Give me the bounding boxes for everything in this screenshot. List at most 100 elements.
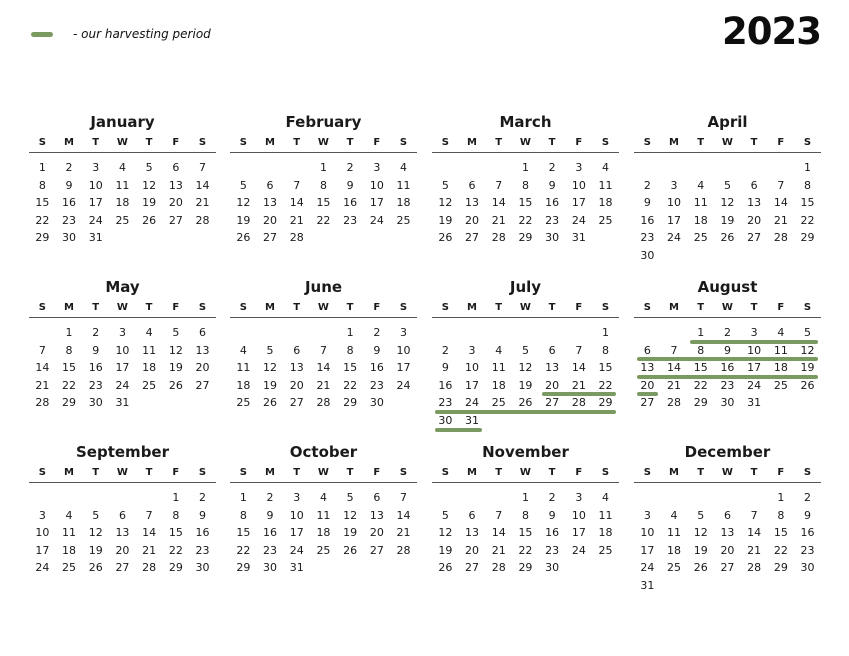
day-cell: 4 [118,161,126,174]
day-cell: 20 [263,213,278,227]
day-cell: 13 [369,508,384,522]
weekday-label: T [697,302,705,313]
weekday-label: F [373,137,381,148]
day-cell: 19 [438,213,453,227]
weekday-label: T [750,302,758,313]
day-cell: 6 [373,491,381,504]
harvest-underline [637,392,658,397]
day-cell: 9 [266,508,274,522]
day-cell: 12 [438,196,453,210]
day-cell: 12 [693,526,708,540]
day-cell: 18 [236,378,251,392]
day-cell: 5 [92,508,100,522]
day-cell: 15 [773,526,788,540]
day-cell: 24 [289,543,304,557]
day-cell: 29 [800,231,815,245]
day-cell: 6 [293,343,301,357]
day-cell: 5 [441,178,449,192]
day-cell: 14 [491,196,506,210]
day-cell: 16 [195,526,210,540]
day-cell: 24 [571,543,586,557]
day-cell: 18 [693,213,708,227]
day-cell: 27 [115,561,130,575]
day-cell: 10 [571,178,586,192]
day-cell: 11 [115,178,130,192]
day-grid: 1 2 3 4 5 6 7 8 9 10 11 12 13 14 15 16 17 18 19 20 21 22 23 24 2… [634,318,821,426]
day-cell: 31 [747,396,762,410]
weekday-label: W [721,302,733,313]
month-september: September S M T W T F S 1 2 3 4 5 6 7 8 9 10 11 12 13 14 15 16 1… [29,440,216,591]
day-cell: 24 [115,378,130,392]
day-cell: 12 [263,361,278,375]
day-cell: 27 [465,561,480,575]
month-may: May S M T W T F S 1 2 3 4 5 6 7 8 9 10 11 12 13 14 15 16 17 18 19 2… [29,275,216,426]
month-name: October [289,443,358,461]
day-cell: 22 [518,543,533,557]
day-cell: 8 [172,508,180,522]
day-cell: 13 [289,361,304,375]
day-cell: 8 [777,508,785,522]
day-cell: 28 [396,543,411,557]
day-cell: 1 [319,161,327,174]
day-cell: 16 [438,378,453,392]
day-cell: 25 [598,543,613,557]
day-cell: 15 [168,526,183,540]
weekday-label: T [145,302,153,313]
day-grid: 1 2 3 4 5 6 7 8 9 10 11 12 13 14 15 16 17 18 19 20 21 22 23 24 2… [230,318,417,426]
day-cell: 23 [545,543,560,557]
day-cell: 2 [548,161,556,174]
day-cell: 21 [142,543,157,557]
weekday-label: T [495,137,503,148]
month-august: August S M T W T F S 1 2 3 4 5 6 7 8 9 10 11 12 13 14 15 16 17 18… [634,275,821,426]
day-cell: 1 [346,326,354,339]
day-cell: 15 [518,196,533,210]
day-cell: 15 [518,526,533,540]
weekday-label: T [293,302,301,313]
day-cell: 3 [575,491,583,504]
weekday-label: T [92,302,100,313]
weekday-label: F [373,467,381,478]
month-name: September [76,443,169,461]
day-cell: 12 [438,526,453,540]
day-cell: 1 [172,491,180,504]
day-cell: 14 [571,361,586,375]
day-grid: 1 2 3 4 5 6 7 8 9 10 11 12 13 14 15 16 17 18 19 20 21 22 23 24 2… [634,483,821,592]
day-cell: 14 [491,526,506,540]
day-cell: 3 [118,326,126,339]
day-cell: 23 [343,213,358,227]
weekday-label: M [669,467,679,478]
month-name: March [499,113,552,131]
day-cell: 11 [62,526,77,540]
weekday-label: M [669,302,679,313]
day-cell: 11 [236,361,251,375]
day-cell: 19 [693,543,708,557]
weekday-label: W [519,467,531,478]
day-cell: 4 [670,508,678,522]
day-cell: 20 [168,196,183,210]
day-cell: 13 [195,343,210,357]
weekday-label: F [777,467,785,478]
day-cell: 26 [168,378,183,392]
weekday-header: SMTWTFS [432,299,619,318]
day-cell: 21 [289,213,304,227]
day-cell: 3 [38,508,46,522]
weekday-header: SMTWTFS [230,299,417,318]
harvest-underline [637,357,818,362]
weekday-label: T [346,467,354,478]
day-cell: 1 [697,326,705,339]
day-cell: 1 [38,161,46,174]
weekday-label: S [239,137,247,148]
day-cell: 26 [263,396,278,410]
day-cell: 5 [172,326,180,339]
day-grid: 1 2 3 4 5 6 7 8 9 10 11 12 13 14 15 16 17 18 19 20 21 22 23 24 2… [634,153,821,262]
month-june: June S M T W T F S 1 2 3 4 5 6 7 8 9 10 11 12 13 14 15 16 17 18 19… [230,275,417,426]
day-cell: 21 [195,196,210,210]
day-cell: 9 [441,361,449,375]
day-cell: 2 [548,491,556,504]
day-cell: 25 [236,396,251,410]
day-cell: 4 [145,326,153,339]
day-cell: 15 [343,361,358,375]
month-november: November S M T W T F S 1 2 3 4 5 6 7 8 9 10 11 12 13 14 15 16 17… [432,440,619,591]
day-cell: 28 [747,561,762,575]
weekday-label: T [548,137,556,148]
